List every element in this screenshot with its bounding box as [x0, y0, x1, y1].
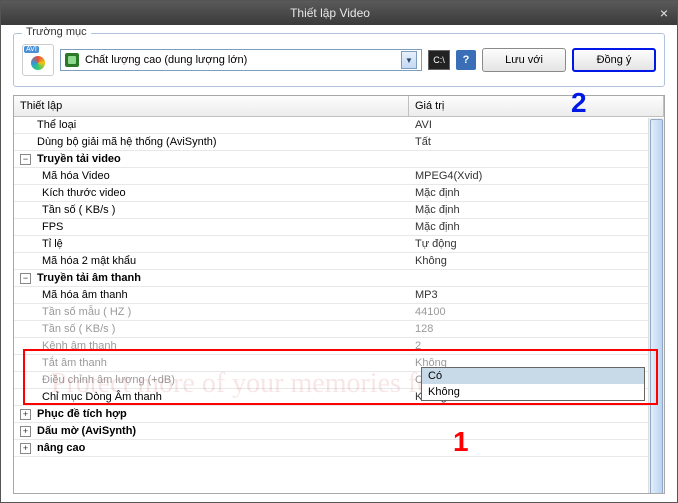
console-icon[interactable]: C:\ [428, 50, 450, 70]
setting-label: Tỉ lệ [42, 238, 63, 250]
setting-label: Tần số mẫu ( HZ ) [42, 306, 131, 318]
setting-value[interactable]: AVI [409, 117, 664, 133]
setting-value[interactable] [409, 429, 664, 433]
window-title: Thiết lập Video [5, 6, 655, 20]
setting-value[interactable]: Tất [409, 134, 664, 150]
help-icon[interactable]: ? [456, 50, 476, 70]
setting-value[interactable] [409, 157, 664, 161]
quality-preset-select[interactable]: Chất lượng cao (dung lượng lớn) ▼ [60, 49, 422, 71]
table-row[interactable]: FPS Mặc định [14, 219, 664, 236]
content-area: Trường mục AVI Chất lượng cao (dung lượn… [1, 25, 677, 502]
table-row[interactable]: Tỉ lệ Tự động [14, 236, 664, 253]
table-row[interactable]: −Truyền tải âm thanh [14, 270, 664, 287]
settings-table: Thiết lập Giá trị Thể loạiAVIDùng bộ giả… [13, 95, 665, 494]
setting-label: Tần số ( KB/s ) [42, 323, 115, 335]
collapse-icon[interactable]: − [20, 273, 31, 284]
table-row[interactable]: −Truyền tải video [14, 151, 664, 168]
setting-label: Phục đề tích hợp [37, 408, 127, 420]
table-row[interactable]: Mã hóa Video MPEG4(Xvid) [14, 168, 664, 185]
close-icon[interactable]: × [655, 5, 673, 21]
fieldset-legend: Trường mục [22, 26, 91, 38]
column-value[interactable]: Giá trị [409, 96, 664, 116]
setting-label: Thể loại [37, 119, 76, 131]
collapse-icon[interactable]: − [20, 154, 31, 165]
table-row[interactable]: + Dấu mờ (AviSynth) [14, 423, 664, 440]
setting-value[interactable]: 44100 [409, 304, 664, 320]
avi-badge: AVI [24, 46, 39, 53]
table-body[interactable]: Thể loạiAVIDùng bộ giải mã hệ thống (Avi… [14, 117, 664, 493]
setting-value[interactable]: Mặc định [409, 219, 664, 235]
setting-label: Chỉ mục Dòng Âm thanh [42, 391, 162, 403]
table-row[interactable]: Mã hóa âm thanh MP3 [14, 287, 664, 304]
table-row[interactable]: Tần số ( KB/s ) 128 [14, 321, 664, 338]
table-header: Thiết lập Giá trị [14, 96, 664, 117]
setting-value[interactable] [409, 412, 664, 416]
titlebar[interactable]: Thiết lập Video × [1, 1, 677, 25]
table-row[interactable]: + Phục đề tích hợp [14, 406, 664, 423]
setting-value[interactable]: Tự động [409, 236, 664, 252]
setting-label: Dùng bộ giải mã hệ thống (AviSynth) [37, 136, 217, 148]
setting-value[interactable]: Không [409, 253, 664, 269]
dropdown-option-no[interactable]: Không [422, 384, 644, 400]
table-row[interactable]: Thể loại AVI [14, 117, 664, 134]
avi-format-icon[interactable]: AVI [22, 44, 54, 76]
dropdown-option-yes[interactable]: Có [422, 368, 644, 384]
expand-icon[interactable]: + [20, 409, 31, 420]
setting-label: Tắt âm thanh [42, 357, 107, 369]
setting-label: FPS [42, 221, 63, 233]
column-setting[interactable]: Thiết lập [14, 96, 409, 116]
field-group: Trường mục AVI Chất lượng cao (dung lượn… [13, 33, 665, 87]
table-row[interactable]: Dùng bộ giải mã hệ thống (AviSynth) Tất [14, 134, 664, 151]
quality-label: Chất lượng cao (dung lượng lớn) [85, 54, 247, 66]
setting-value[interactable]: 2 [409, 338, 664, 354]
table-row[interactable]: Kênh âm thanh 2 [14, 338, 664, 355]
table-row[interactable]: Mã hóa 2 mật khẩu Không [14, 253, 664, 270]
setting-value[interactable]: MP3 [409, 287, 664, 303]
table-row[interactable]: Tần số mẫu ( HZ ) 44100 [14, 304, 664, 321]
ok-button[interactable]: Đồng ý [572, 48, 656, 72]
setting-value[interactable] [409, 276, 664, 280]
setting-label: Kênh âm thanh [42, 340, 117, 352]
setting-label: Dấu mờ (AviSynth) [37, 425, 136, 437]
setting-value[interactable]: Mặc định [409, 202, 664, 218]
setting-label: Mã hóa âm thanh [42, 289, 128, 301]
value-dropdown[interactable]: Có Không [421, 367, 645, 401]
setting-label: Truyền tải video [37, 153, 121, 165]
color-wheel-icon [31, 56, 45, 70]
save-with-button[interactable]: Lưu với [482, 48, 566, 72]
table-row[interactable]: + nâng cao [14, 440, 664, 457]
setting-label: Mã hóa Video [42, 170, 110, 182]
expand-icon[interactable]: + [20, 426, 31, 437]
chevron-down-icon[interactable]: ▼ [401, 51, 417, 69]
setting-value[interactable]: MPEG4(Xvid) [409, 168, 664, 184]
table-row[interactable]: Tần số ( KB/s ) Mặc định [14, 202, 664, 219]
expand-icon[interactable]: + [20, 443, 31, 454]
setting-label: Truyền tải âm thanh [37, 272, 141, 284]
setting-label: Mã hóa 2 mật khẩu [42, 255, 136, 267]
setting-label: Kích thước video [42, 187, 126, 199]
setting-value[interactable]: 128 [409, 321, 664, 337]
scrollbar[interactable] [648, 118, 664, 493]
scroll-thumb[interactable] [650, 119, 663, 494]
setting-value[interactable] [409, 446, 664, 450]
setting-label: Tần số ( KB/s ) [42, 204, 115, 216]
video-settings-window: Thiết lập Video × Trường mục AVI Chất lư… [0, 0, 678, 503]
setting-value[interactable]: Mặc định [409, 185, 664, 201]
table-row[interactable]: Kích thước video Mặc định [14, 185, 664, 202]
preset-icon [65, 53, 79, 67]
setting-label: nâng cao [37, 442, 85, 454]
setting-label: Điều chỉnh âm lượng (+dB) [42, 374, 175, 386]
